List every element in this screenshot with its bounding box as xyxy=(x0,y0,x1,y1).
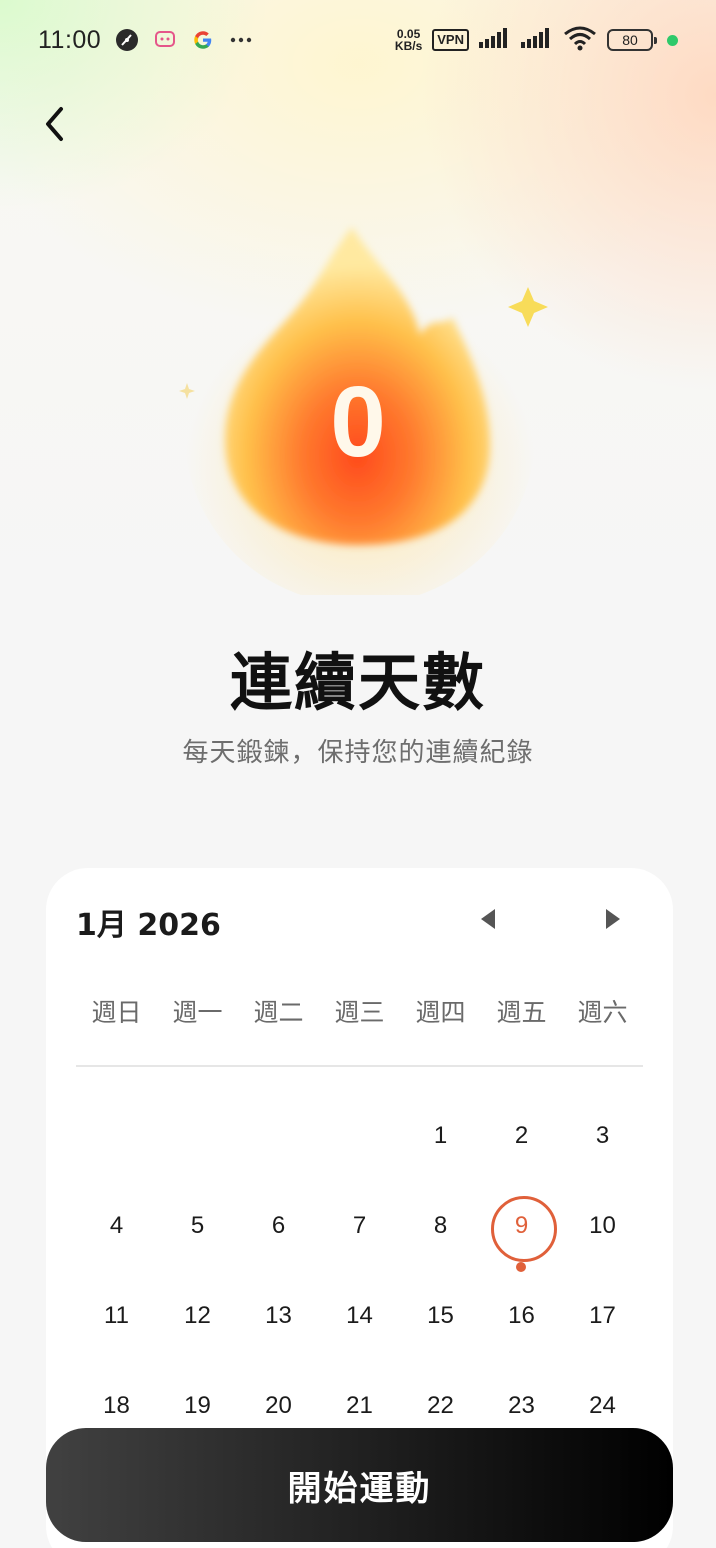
calendar-day[interactable]: 22 xyxy=(400,1376,481,1436)
calendar-day[interactable]: 12 xyxy=(157,1286,238,1346)
wifi-icon xyxy=(563,25,597,55)
calendar-day[interactable]: 14 xyxy=(319,1286,400,1346)
next-month-button[interactable] xyxy=(598,904,628,934)
calendar-day[interactable]: 7 xyxy=(319,1196,400,1256)
weekday-label: 週二 xyxy=(253,998,304,1027)
calendar-day[interactable]: 21 xyxy=(319,1376,400,1436)
back-button[interactable] xyxy=(32,100,76,148)
triangle-right-icon xyxy=(606,909,620,929)
page-subtitle: 每天鍛鍊，保持您的連續紀錄 xyxy=(182,738,534,768)
calendar-day[interactable]: 6 xyxy=(238,1196,319,1256)
battery-indicator: 80 xyxy=(607,29,657,51)
calendar-day[interactable]: 4 xyxy=(76,1196,157,1256)
month-label: 1月 2026 xyxy=(76,908,221,943)
triangle-left-icon xyxy=(481,909,495,929)
signal-icon xyxy=(479,28,511,52)
weekday-label: 週六 xyxy=(577,998,628,1027)
calendar-divider xyxy=(76,1065,643,1067)
privacy-dot-icon xyxy=(667,34,678,46)
calendar-day[interactable]: 15 xyxy=(400,1286,481,1346)
calendar-day[interactable]: 3 xyxy=(562,1106,643,1166)
chevron-left-icon xyxy=(46,107,63,141)
calendar-day[interactable]: 5 xyxy=(157,1196,238,1256)
calendar-day[interactable]: 17 xyxy=(562,1286,643,1346)
chat-app-icon xyxy=(153,28,177,52)
more-dots-icon xyxy=(229,28,253,52)
streak-count: 0 xyxy=(330,366,386,478)
calendar-day[interactable]: 8 xyxy=(400,1196,481,1256)
notification-icons xyxy=(115,28,253,52)
today-marker-dot xyxy=(516,1262,526,1272)
calendar-day[interactable]: 11 xyxy=(76,1286,157,1346)
start-workout-button[interactable]: 開始運動 xyxy=(46,1428,673,1542)
calendar-day[interactable]: 2 xyxy=(481,1106,562,1166)
prev-month-button[interactable] xyxy=(473,904,503,934)
page-title: 連續天數 xyxy=(229,646,486,719)
calendar-day[interactable]: 23 xyxy=(481,1376,562,1436)
calendar-day[interactable]: 10 xyxy=(562,1196,643,1256)
calendar-day-today[interactable]: 9 xyxy=(481,1196,562,1262)
weekday-label: 週四 xyxy=(415,998,466,1027)
calendar-day[interactable]: 19 xyxy=(157,1376,238,1436)
clock-app-icon xyxy=(115,28,139,52)
calendar-day[interactable]: 18 xyxy=(76,1376,157,1436)
calendar-day[interactable]: 20 xyxy=(238,1376,319,1436)
google-icon xyxy=(191,28,215,52)
calendar-day[interactable]: 24 xyxy=(562,1376,643,1436)
status-bar: 11:00 0.05 KB/s VPN 80 xyxy=(0,0,716,80)
weekday-label: 週五 xyxy=(496,998,547,1027)
signal-icon-2 xyxy=(521,28,553,52)
weekday-label: 週日 xyxy=(91,998,142,1027)
weekday-label: 週一 xyxy=(172,998,223,1027)
weekday-header: 週日 週一 週二 週三 週四 週五 週六 xyxy=(76,993,643,1029)
status-time: 11:00 xyxy=(38,25,102,54)
network-speed-unit: KB/s xyxy=(394,39,423,53)
calendar-day[interactable]: 13 xyxy=(238,1286,319,1346)
vpn-badge: VPN xyxy=(432,29,469,51)
weekday-label: 週三 xyxy=(334,998,385,1027)
network-speed: 0.05 KB/s xyxy=(395,28,422,52)
status-right: 0.05 KB/s VPN 80 xyxy=(395,25,678,55)
calendar-day[interactable]: 16 xyxy=(481,1286,562,1346)
calendar-day[interactable]: 1 xyxy=(400,1106,481,1166)
